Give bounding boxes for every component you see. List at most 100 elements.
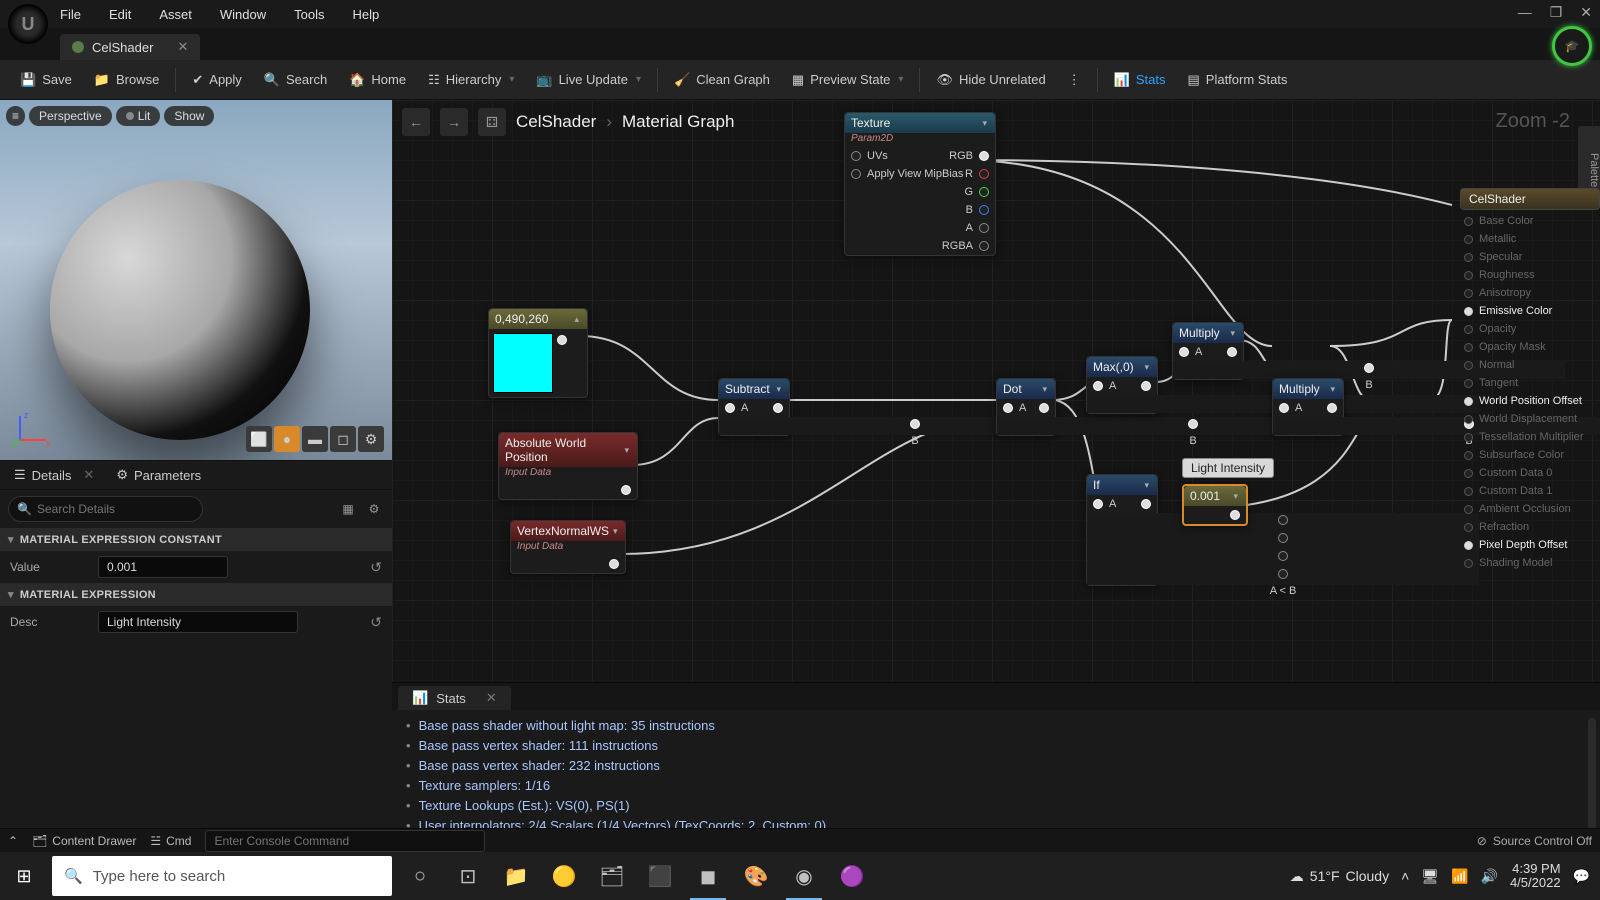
pin-dot-a[interactable] (1003, 403, 1013, 413)
pin-if-a[interactable] (1093, 499, 1103, 509)
color-swatch[interactable] (493, 333, 553, 393)
details-close-icon[interactable]: ✕ (83, 467, 94, 483)
result-pin-base-color[interactable]: Base Color (1460, 212, 1600, 230)
browse-button[interactable]: 📁Browse (84, 68, 170, 92)
result-pin-shading-model[interactable]: Shading Model (1460, 554, 1600, 572)
shape-sphere-button[interactable]: ● (274, 426, 300, 452)
grid-view-button[interactable]: ▦ (338, 499, 358, 519)
tray-wifi-icon[interactable]: 📶 (1451, 868, 1468, 885)
result-pin-tessellation-multiplier[interactable]: Tessellation Multiplier (1460, 428, 1600, 446)
crumb-root[interactable]: CelShader (516, 112, 596, 132)
shape-cylinder-button[interactable]: ⬜ (246, 426, 272, 452)
shape-custom-button[interactable]: ⚙ (358, 426, 384, 452)
menu-help[interactable]: Help (352, 7, 379, 22)
menu-file[interactable]: File (60, 7, 81, 22)
task-app1-icon[interactable]: 🗂 (588, 852, 636, 900)
shape-plane-button[interactable]: ▬ (302, 426, 328, 452)
home-button[interactable]: 🏠Home (339, 68, 416, 92)
result-pin-custom-data-0[interactable]: Custom Data 0 (1460, 464, 1600, 482)
result-pin-refraction[interactable]: Refraction (1460, 518, 1600, 536)
details-tab[interactable]: ☰Details✕ (4, 463, 104, 487)
tray-chevron-icon[interactable]: ˄ (1401, 868, 1409, 884)
scrollbar[interactable] (1588, 718, 1596, 844)
pin-sub-out[interactable] (773, 403, 783, 413)
content-drawer-button[interactable]: 🗂Content Drawer (32, 834, 136, 848)
viewport-menu-button[interactable]: ≡ (6, 106, 25, 126)
node-constant[interactable]: 0,490,260▴ (488, 308, 588, 398)
node-comment[interactable]: Light Intensity (1182, 458, 1274, 478)
unreal-logo[interactable]: U (8, 4, 48, 44)
task-chrome-icon[interactable]: 🟡 (540, 852, 588, 900)
menu-tools[interactable]: Tools (294, 7, 324, 22)
result-pin-subsurface-color[interactable]: Subsurface Color (1460, 446, 1600, 464)
node-multiply-1[interactable]: Multiply▾ A B (1172, 322, 1244, 380)
pin-if-alt[interactable] (1278, 569, 1288, 579)
task-unreal-icon[interactable]: ◉ (780, 852, 828, 900)
stats-button[interactable]: 📊Stats (1104, 68, 1176, 92)
pin-max-a[interactable] (1093, 381, 1103, 391)
menu-window[interactable]: Window (220, 7, 266, 22)
live-update-button[interactable]: 📺Live Update▾ (526, 68, 651, 92)
result-pin-custom-data-1[interactable]: Custom Data 1 (1460, 482, 1600, 500)
value-reset-button[interactable]: ↺ (370, 559, 382, 576)
result-pin-pixel-depth-offset[interactable]: Pixel Depth Offset (1460, 536, 1600, 554)
shape-cube-button[interactable]: ◻ (330, 426, 356, 452)
weather-widget[interactable]: ☁ 51°F Cloudy (1290, 868, 1389, 885)
node-if[interactable]: If▾ A B A > B A == B A < B (1086, 474, 1158, 586)
source-control-status[interactable]: ⊘Source Control Off (1477, 834, 1592, 848)
pin-dot-out[interactable] (1039, 403, 1049, 413)
section-constant[interactable]: ▾MATERIAL EXPRESSION CONSTANT (0, 528, 392, 551)
pin-vn-out[interactable] (609, 559, 619, 569)
stats-tab[interactable]: 📊 Stats ✕ (398, 686, 511, 710)
desc-input[interactable] (98, 611, 298, 633)
node-max[interactable]: Max(,0)▾ A B (1086, 356, 1158, 414)
value-input[interactable] (98, 556, 228, 578)
task-paint-icon[interactable]: 🎨 (732, 852, 780, 900)
graph-type-icon[interactable]: ⚃ (478, 108, 506, 136)
pin-const-out[interactable] (557, 335, 567, 345)
node-dot[interactable]: Dot▾ A B (996, 378, 1056, 436)
result-pin-opacity[interactable]: Opacity (1460, 320, 1600, 338)
settings-icon[interactable]: ⚙ (364, 499, 384, 519)
task-cortana-icon[interactable]: ○ (396, 852, 444, 900)
minimize-button[interactable]: — (1518, 4, 1532, 21)
tab-close-icon[interactable]: ✕ (177, 39, 188, 55)
viewport-show-button[interactable]: Show (164, 106, 214, 126)
pin-uvs[interactable] (851, 151, 861, 161)
console-input[interactable] (205, 830, 485, 852)
pin-rgb[interactable] (979, 151, 989, 161)
tray-notifications-icon[interactable]: 💬 (1573, 868, 1590, 885)
viewport-lit-button[interactable]: Lit (116, 106, 161, 126)
node-absoluteworldposition[interactable]: Absolute World Position▾ Input Data (498, 432, 638, 500)
pin-mul2-out[interactable] (1327, 403, 1337, 413)
pin-if-agt[interactable] (1278, 533, 1288, 543)
pin-if-out[interactable] (1141, 499, 1151, 509)
cmd-button[interactable]: ☱Cmd (150, 834, 191, 848)
pin-max-out[interactable] (1141, 381, 1151, 391)
pin-r[interactable] (979, 169, 989, 179)
pin-mul2-a[interactable] (1279, 403, 1289, 413)
desc-reset-button[interactable]: ↺ (370, 614, 382, 631)
material-graph[interactable]: ← → ⚃ CelShader › Material Graph Zoom -2… (392, 100, 1600, 852)
viewport-perspective-button[interactable]: Perspective (29, 106, 112, 126)
node-texture[interactable]: Texture▾ Param2D UVsRGB Apply View MipBi… (844, 112, 996, 256)
hide-unrelated-button[interactable]: 👁Hide Unrelated (926, 68, 1055, 92)
result-pin-metallic[interactable]: Metallic (1460, 230, 1600, 248)
result-pin-tangent[interactable]: Tangent (1460, 374, 1600, 392)
result-pin-opacity-mask[interactable]: Opacity Mask (1460, 338, 1600, 356)
pin-sel-out[interactable] (1230, 510, 1240, 520)
menu-asset[interactable]: Asset (159, 7, 192, 22)
close-button[interactable]: ✕ (1580, 4, 1592, 21)
pin-g[interactable] (979, 187, 989, 197)
task-epic-icon[interactable]: ◼ (684, 852, 732, 900)
start-button[interactable]: ⊞ (0, 852, 48, 900)
details-search-input[interactable] (8, 496, 203, 522)
node-subtract[interactable]: Subtract▾ A B (718, 378, 790, 436)
maximize-button[interactable]: ❐ (1550, 4, 1563, 21)
expand-icon[interactable]: ⌃ (8, 834, 18, 848)
result-pin-world-displacement[interactable]: World Displacement (1460, 410, 1600, 428)
result-pin-roughness[interactable]: Roughness (1460, 266, 1600, 284)
toolbar-more-button[interactable]: ⋮ (1058, 68, 1091, 92)
task-taskview-icon[interactable]: ⊡ (444, 852, 492, 900)
preview-state-button[interactable]: ▦Preview State▾ (782, 68, 914, 92)
